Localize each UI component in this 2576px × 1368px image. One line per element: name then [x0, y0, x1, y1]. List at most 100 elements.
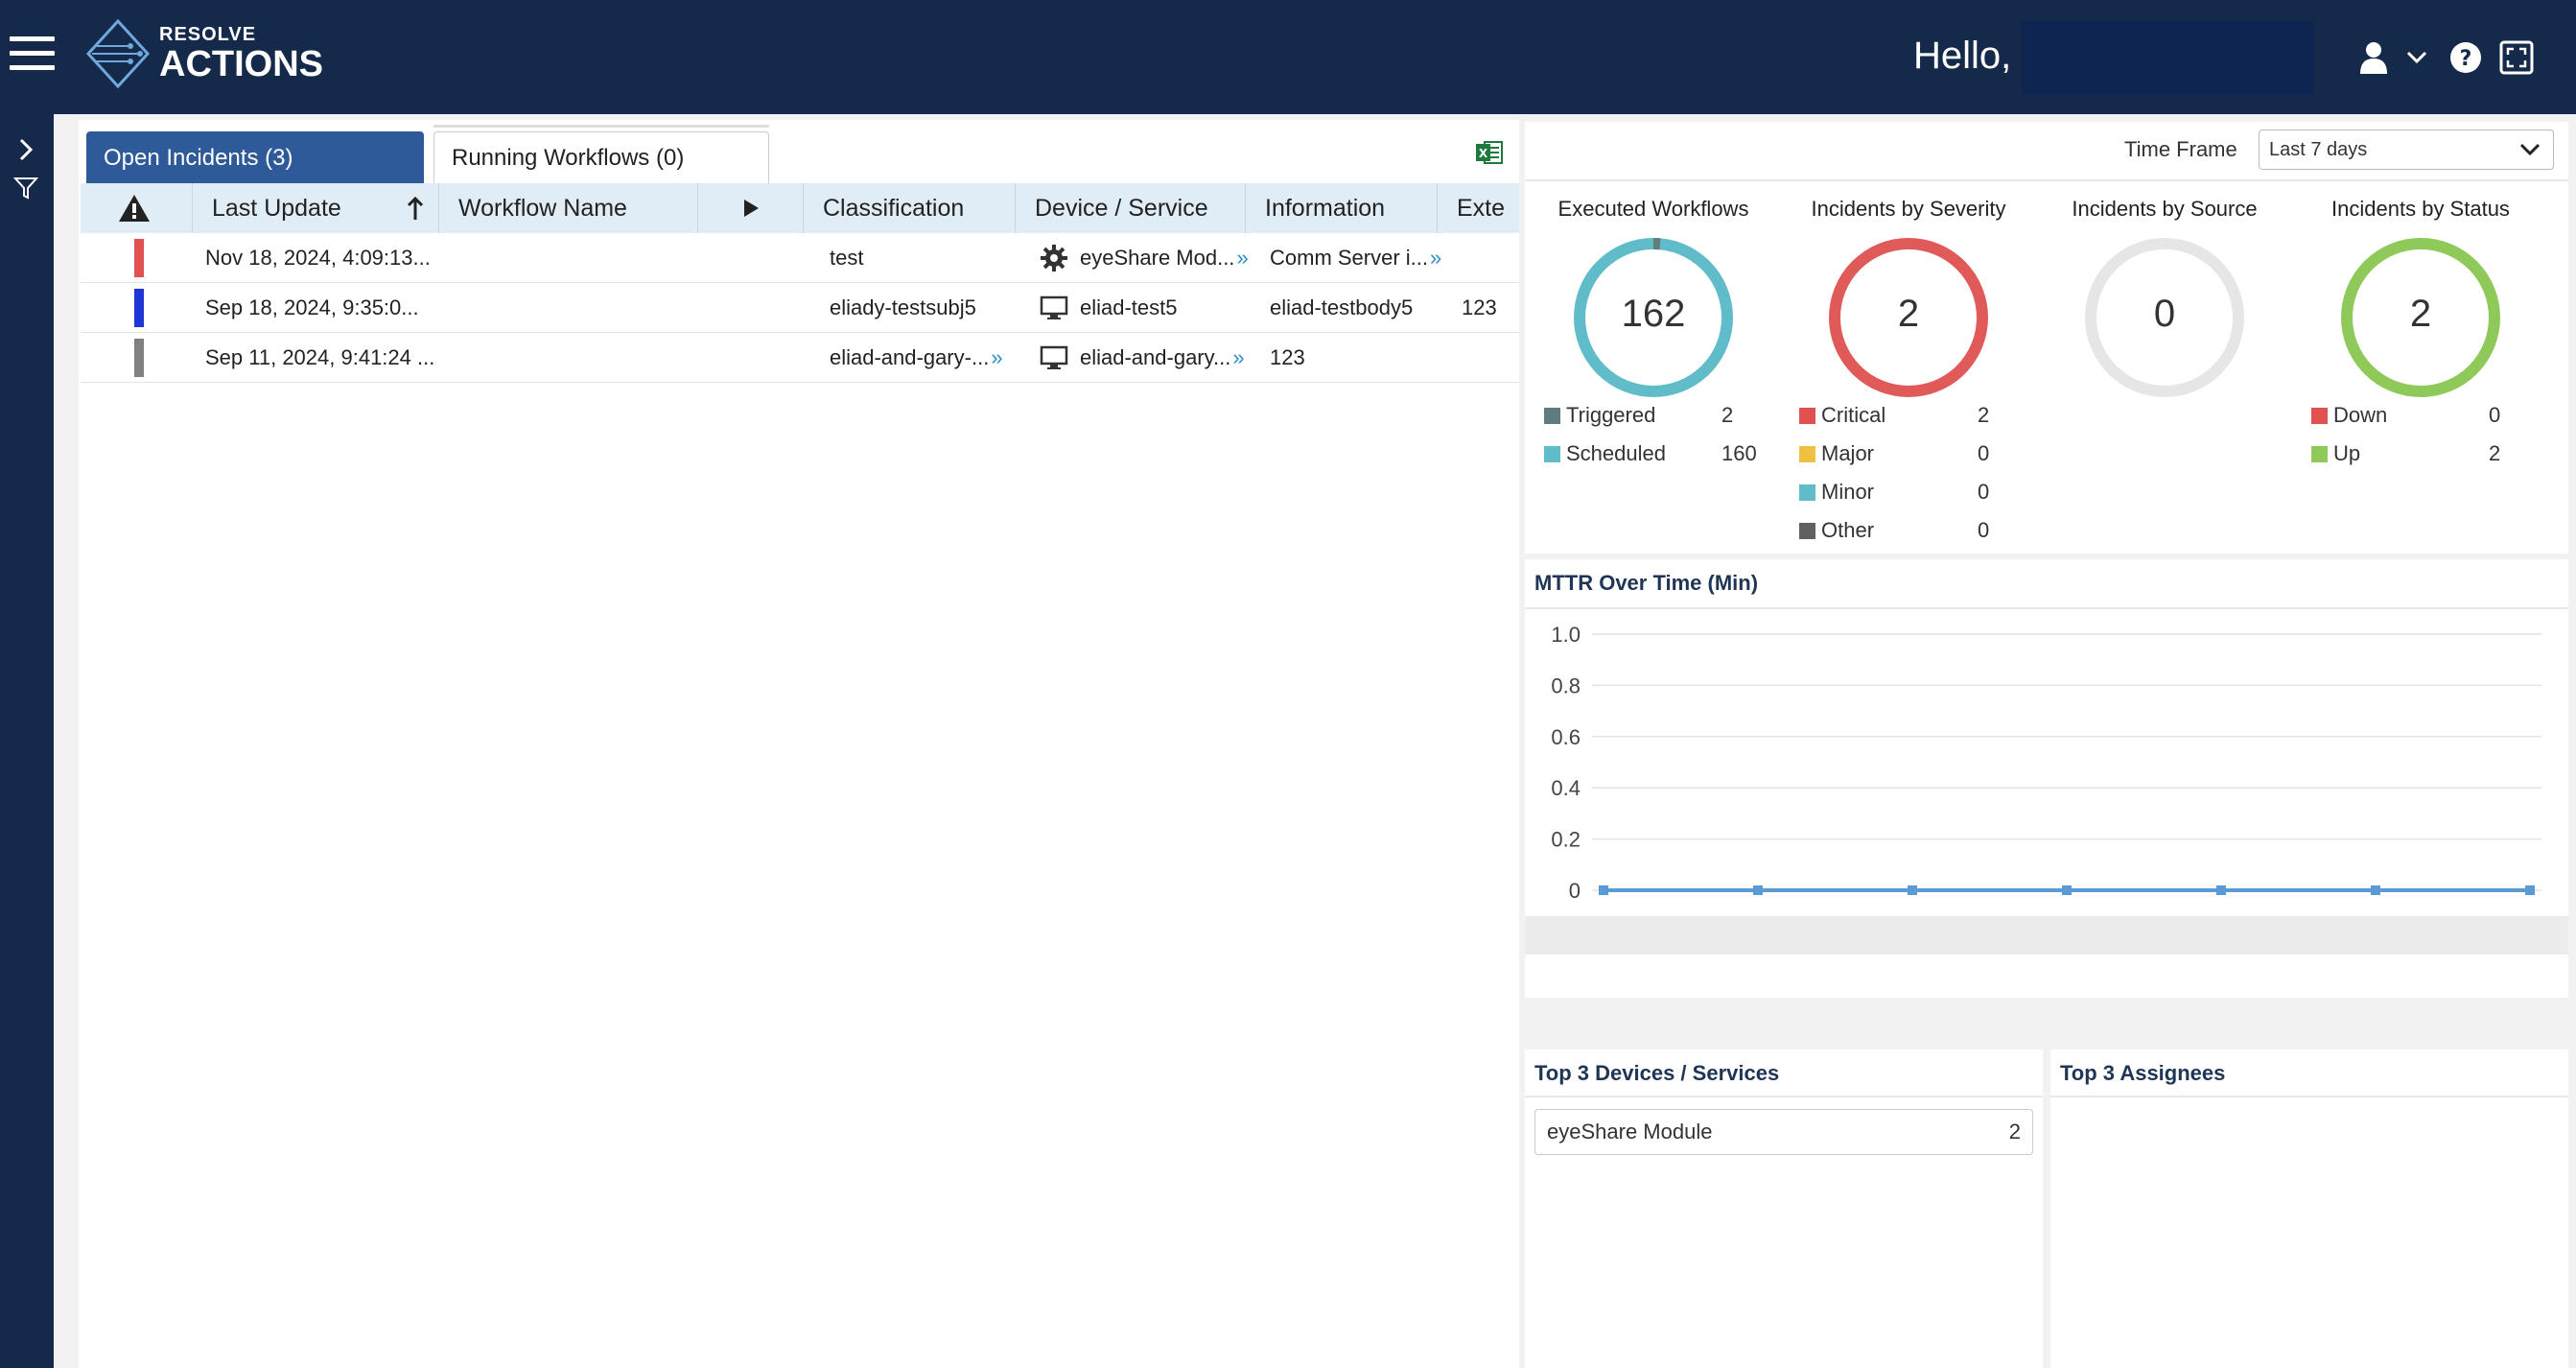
- donut-total: 0: [2153, 293, 2176, 335]
- monitor-icon: [1040, 345, 1068, 369]
- cell-device[interactable]: eliad-test5: [1040, 283, 1265, 333]
- data-point[interactable]: [2062, 885, 2072, 895]
- column-severity[interactable]: [81, 183, 193, 233]
- legend-label: Triggered: [1566, 403, 1656, 427]
- legend-value: 160: [1721, 441, 1757, 465]
- column-last-update[interactable]: Last Update: [193, 183, 439, 233]
- column-device-service[interactable]: Device / Service: [1016, 183, 1246, 233]
- column-run[interactable]: [698, 183, 804, 233]
- chevron-double-right-icon: »: [1236, 246, 1249, 270]
- column-classification[interactable]: Classification: [804, 183, 1016, 233]
- swatch: [1799, 445, 1815, 462]
- legend-label: Up: [2333, 441, 2361, 465]
- card-title: Executed Workflows: [1557, 197, 1749, 221]
- card-title: Incidents by Severity: [1811, 197, 2006, 221]
- top-assignees-divider: [2050, 1096, 2568, 1097]
- excel-icon[interactable]: X: [1475, 139, 1504, 166]
- logo-line2: ACTIONS: [159, 44, 323, 84]
- device-count: 2: [2008, 1120, 2021, 1144]
- chevron-double-right-icon: »: [991, 345, 1003, 369]
- legend-up[interactable]: Up 2: [2311, 435, 2532, 473]
- y-tick-label: 0.8: [1551, 673, 1581, 697]
- cell-external: [1462, 233, 1519, 283]
- card-incidents-by-severity[interactable]: Incidents by Severity 2 Critical 2 Major…: [1780, 197, 2037, 542]
- user-icon[interactable]: [2354, 38, 2393, 77]
- column-workflow-name[interactable]: Workflow Name: [439, 183, 698, 233]
- swatch: [1544, 407, 1560, 424]
- table-row[interactable]: Sep 18, 2024, 9:35:0... eliady-testsubj5…: [81, 283, 1519, 333]
- card-incidents-by-source[interactable]: Incidents by Source 0: [2036, 197, 2293, 397]
- greeting: Hello,: [1913, 35, 2012, 77]
- cell-last-update: Sep 18, 2024, 9:35:0...: [205, 295, 419, 319]
- cell-last-update: Sep 11, 2024, 9:41:24 ...: [205, 345, 435, 369]
- table-row[interactable]: Sep 11, 2024, 9:41:24 ... eliad-and-gary…: [81, 333, 1519, 383]
- legend-other[interactable]: Other 0: [1799, 511, 2020, 550]
- chevron-down-icon[interactable]: [2400, 38, 2434, 77]
- data-point[interactable]: [2525, 885, 2535, 895]
- top-bar: RESOLVE ACTIONS Hello, ?: [0, 0, 2576, 114]
- cell-device[interactable]: eliad-and-gary...»: [1040, 333, 1265, 383]
- data-point[interactable]: [1599, 885, 1608, 895]
- warning-icon: [119, 195, 150, 222]
- mttr-panel: MTTR Over Time (Min) 1.0 0.8 0.6 0.4 0.2 0: [1525, 559, 2568, 916]
- top-devices-divider: [1525, 1096, 2043, 1097]
- gear-icon: [1041, 245, 1067, 271]
- chevron-right-icon[interactable]: [10, 133, 42, 166]
- time-frame-label: Time Frame: [2124, 137, 2237, 161]
- legend-minor[interactable]: Minor 0: [1799, 473, 2020, 511]
- help-icon[interactable]: ?: [2447, 38, 2485, 77]
- cell-information[interactable]: Comm Server i...»: [1270, 233, 1462, 283]
- swatch: [1799, 484, 1815, 501]
- y-tick-label: 0.6: [1551, 725, 1581, 749]
- tab-divider: [433, 125, 769, 128]
- legend-value: 0: [1978, 518, 1990, 542]
- legend-major[interactable]: Major 0: [1799, 435, 2020, 473]
- redacted-username: [2022, 21, 2314, 94]
- top-devices-panel: Top 3 Devices / Services eyeShare Module…: [1525, 1050, 2043, 1368]
- hamburger-icon[interactable]: [10, 36, 55, 71]
- card-executed-workflows[interactable]: Executed Workflows 162 Triggered 2 Sched…: [1525, 197, 1782, 465]
- card-incidents-by-status[interactable]: Incidents by Status 2 Down 0 Up 2: [2292, 197, 2549, 465]
- legend-triggered[interactable]: Triggered 2: [1544, 396, 1765, 435]
- y-tick-label: 1.0: [1551, 623, 1581, 647]
- legend-label: Scheduled: [1566, 441, 1666, 465]
- filter-icon[interactable]: [10, 172, 42, 204]
- tab-running-workflows[interactable]: Running Workflows (0): [433, 131, 769, 184]
- column-information[interactable]: Information: [1246, 183, 1438, 233]
- cell-external: [1462, 333, 1519, 383]
- list-item[interactable]: eyeShare Module 2: [1534, 1109, 2033, 1155]
- logo[interactable]: RESOLVE ACTIONS: [84, 17, 323, 90]
- summary-panel: Time Frame Last 7 days Executed Workflow…: [1525, 122, 2568, 554]
- donut-total: 2: [2409, 293, 2432, 335]
- cell-information-label: Comm Server i...: [1270, 246, 1429, 270]
- data-point[interactable]: [1753, 885, 1763, 895]
- tab-open-incidents[interactable]: Open Incidents (3): [86, 131, 424, 184]
- cell-device[interactable]: eyeShare Mod...»: [1040, 233, 1265, 283]
- data-point[interactable]: [2216, 885, 2226, 895]
- cell-classification: test: [830, 246, 864, 270]
- table-row[interactable]: Nov 18, 2024, 4:09:13... test eyeShare M…: [81, 233, 1519, 283]
- time-frame-select[interactable]: Last 7 days: [2259, 130, 2554, 170]
- grid-header: Last Update Workflow Name Classification…: [81, 183, 1519, 233]
- mttr-chart: 1.0 0.8 0.6 0.4 0.2 0: [1551, 623, 2541, 903]
- top-assignees-title: Top 3 Assignees: [2060, 1061, 2226, 1085]
- incidents-panel: Open Incidents (3) Running Workflows (0)…: [79, 120, 1519, 1368]
- legend-label: Minor: [1821, 480, 1875, 504]
- swatch: [2311, 407, 2328, 424]
- legend-down[interactable]: Down 0: [2311, 396, 2532, 435]
- device-name: eyeShare Module: [1547, 1120, 1713, 1144]
- cell-classification[interactable]: eliad-and-gary-...»: [830, 333, 1040, 383]
- fullscreen-icon[interactable]: [2497, 38, 2536, 77]
- legend-critical[interactable]: Critical 2: [1799, 396, 2020, 435]
- column-external[interactable]: Exte: [1438, 183, 1519, 233]
- data-point[interactable]: [1908, 885, 1917, 895]
- cell-information: eliad-testbody5: [1270, 295, 1414, 319]
- cell-device-label: eyeShare Mod...: [1080, 246, 1235, 270]
- legend-label: Down: [2333, 403, 2388, 427]
- cell-workflow-name: [457, 333, 697, 383]
- cell-classification: eliady-testsubj5: [830, 295, 976, 319]
- chart-scroll-bar: [1525, 955, 2568, 998]
- legend-scheduled[interactable]: Scheduled 160: [1544, 435, 1765, 473]
- data-point[interactable]: [2371, 885, 2380, 895]
- cell-information: 123: [1270, 345, 1305, 369]
